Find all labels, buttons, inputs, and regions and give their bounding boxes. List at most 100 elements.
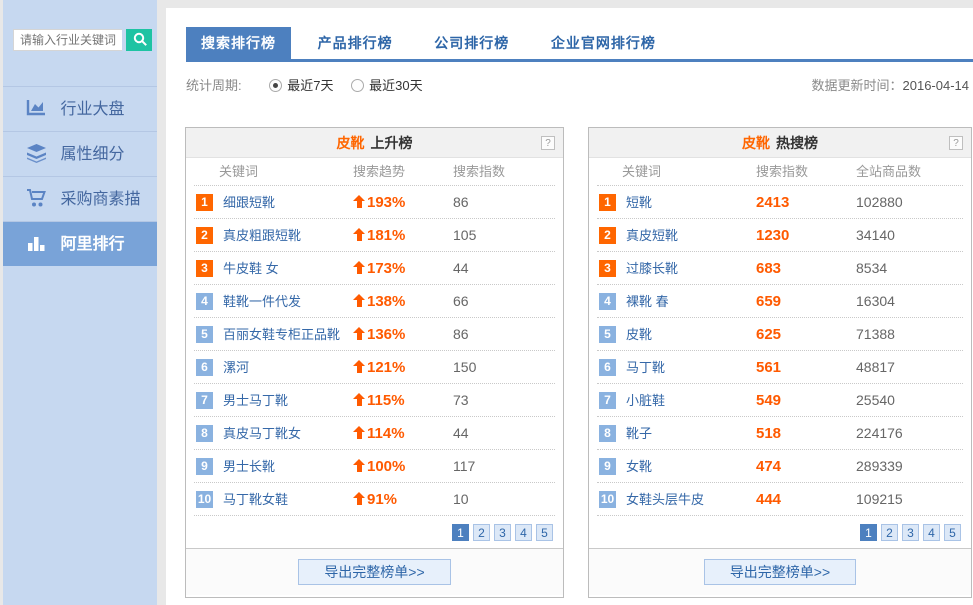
column-header-row: 关键词搜索指数全站商品数 bbox=[597, 158, 963, 186]
search-index-value: 625 bbox=[756, 318, 781, 351]
table-row: 9男士长靴100%117 bbox=[194, 450, 555, 483]
page-button[interactable]: 5 bbox=[536, 524, 553, 541]
keyword-link[interactable]: 过膝长靴 bbox=[626, 252, 678, 285]
trend-value: 173% bbox=[353, 252, 405, 285]
keyword-link[interactable]: 短靴 bbox=[626, 186, 652, 219]
panel-footer: 导出完整榜单>> bbox=[186, 548, 563, 595]
page-button[interactable]: 2 bbox=[473, 524, 490, 541]
search-index-value: 44 bbox=[453, 417, 469, 450]
rank-badge: 4 bbox=[599, 293, 616, 310]
trend-value: 181% bbox=[353, 219, 405, 252]
export-button[interactable]: 导出完整榜单>> bbox=[298, 559, 450, 585]
radio-unselected-icon[interactable] bbox=[351, 79, 364, 92]
table-row: 8靴子518224176 bbox=[597, 417, 963, 450]
keyword-link[interactable]: 百丽女鞋专柜正品靴 bbox=[223, 318, 340, 351]
keyword-link[interactable]: 真皮粗跟短靴 bbox=[223, 219, 301, 252]
up-arrow-icon bbox=[353, 294, 365, 307]
keyword-link[interactable]: 真皮马丁靴女 bbox=[223, 417, 301, 450]
search-button[interactable] bbox=[126, 29, 152, 51]
panel-title-suffix: 上升榜 bbox=[371, 135, 413, 151]
table-row: 10女鞋头层牛皮444109215 bbox=[597, 483, 963, 516]
keyword-link[interactable]: 真皮短靴 bbox=[626, 219, 678, 252]
tab-product-ranking[interactable]: 产品排行榜 bbox=[303, 27, 408, 59]
rank-badge: 5 bbox=[599, 326, 616, 343]
page-button[interactable]: 5 bbox=[944, 524, 961, 541]
search-index-value: 86 bbox=[453, 186, 469, 219]
radio-selected-icon[interactable] bbox=[269, 79, 282, 92]
table-row: 4鞋靴一件代发138%66 bbox=[194, 285, 555, 318]
keyword-link[interactable]: 漯河 bbox=[223, 351, 249, 384]
rank-badge: 6 bbox=[196, 359, 213, 376]
keyword-link[interactable]: 靴子 bbox=[626, 417, 652, 450]
radio-last-7-days[interactable]: 最近7天 bbox=[269, 78, 337, 93]
updated-value: 2016-04-14 bbox=[903, 78, 970, 93]
up-arrow-icon bbox=[353, 492, 365, 505]
column-header: 关键词 bbox=[622, 158, 661, 186]
keyword-link[interactable]: 男士马丁靴 bbox=[223, 384, 288, 417]
search-index-value: 2413 bbox=[756, 186, 789, 219]
search-index-value: 150 bbox=[453, 351, 476, 384]
column-header: 关键词 bbox=[219, 158, 258, 186]
panel-title-keyword: 皮靴 bbox=[742, 135, 770, 151]
page-button[interactable]: 4 bbox=[923, 524, 940, 541]
search-index-value: 683 bbox=[756, 252, 781, 285]
export-button[interactable]: 导出完整榜单>> bbox=[704, 559, 856, 585]
sidebar-item-industry-overview[interactable]: 行业大盘 bbox=[3, 86, 157, 131]
tab-official-site-ranking[interactable]: 企业官网排行榜 bbox=[536, 27, 671, 59]
rank-badge: 9 bbox=[196, 458, 213, 475]
keyword-link[interactable]: 小脏鞋 bbox=[626, 384, 665, 417]
sidebar-item-attribute-segment[interactable]: 属性细分 bbox=[3, 131, 157, 176]
radio-label: 最近7天 bbox=[287, 78, 333, 93]
rank-badge: 1 bbox=[599, 194, 616, 211]
keyword-link[interactable]: 马丁靴 bbox=[626, 351, 665, 384]
keyword-link[interactable]: 细跟短靴 bbox=[223, 186, 275, 219]
bar-chart-icon bbox=[26, 226, 47, 246]
page-button[interactable]: 1 bbox=[860, 524, 877, 541]
page-button[interactable]: 4 bbox=[515, 524, 532, 541]
keyword-link[interactable]: 女靴 bbox=[626, 450, 652, 483]
sidebar-item-buyer-profile[interactable]: 采购商素描 bbox=[3, 176, 157, 221]
page-button[interactable]: 2 bbox=[881, 524, 898, 541]
search-index-value: 518 bbox=[756, 417, 781, 450]
keyword-link[interactable]: 牛皮鞋 女 bbox=[223, 252, 279, 285]
tab-search-ranking[interactable]: 搜索排行榜 bbox=[186, 27, 291, 59]
keyword-link[interactable]: 皮靴 bbox=[626, 318, 652, 351]
product-count-value: 71388 bbox=[856, 318, 895, 351]
data-updated-time: 数据更新时间：2016-04-14 bbox=[811, 74, 969, 98]
area-chart-icon bbox=[26, 91, 47, 111]
radio-last-30-days[interactable]: 最近30天 bbox=[351, 78, 422, 93]
help-icon[interactable]: ? bbox=[949, 136, 963, 150]
filter-bar: 统计周期: 最近7天 最近30天 数据更新时间：2016-04-14 bbox=[186, 74, 969, 98]
sidebar-item-ali-ranking[interactable]: 阿里排行 bbox=[3, 221, 157, 266]
table-row: 3牛皮鞋 女173%44 bbox=[194, 252, 555, 285]
table-body: 1短靴24131028802真皮短靴1230341403过膝长靴68385344… bbox=[597, 186, 963, 516]
column-header: 搜索指数 bbox=[453, 158, 505, 186]
product-count-value: 8534 bbox=[856, 252, 887, 285]
search-input[interactable] bbox=[13, 29, 122, 51]
search-index-value: 659 bbox=[756, 285, 781, 318]
tab-bar: 搜索排行榜 产品排行榜 公司排行榜 企业官网排行榜 bbox=[186, 27, 973, 62]
keyword-link[interactable]: 鞋靴一件代发 bbox=[223, 285, 301, 318]
keyword-link[interactable]: 马丁靴女鞋 bbox=[223, 483, 288, 516]
sidebar-item-label: 采购商素描 bbox=[60, 191, 140, 208]
search-index-value: 474 bbox=[756, 450, 781, 483]
panel-title-suffix: 热搜榜 bbox=[776, 135, 818, 151]
product-count-value: 34140 bbox=[856, 219, 895, 252]
help-icon[interactable]: ? bbox=[541, 136, 555, 150]
rank-badge: 8 bbox=[196, 425, 213, 442]
page-button[interactable]: 3 bbox=[494, 524, 511, 541]
keyword-link[interactable]: 女鞋头层牛皮 bbox=[626, 483, 704, 516]
sidebar-menu: 行业大盘 属性细分 采购商素描 bbox=[3, 86, 157, 266]
rank-badge: 3 bbox=[196, 260, 213, 277]
page-button[interactable]: 3 bbox=[902, 524, 919, 541]
keyword-link[interactable]: 裸靴 春 bbox=[626, 285, 669, 318]
cart-icon bbox=[26, 181, 47, 201]
tab-company-ranking[interactable]: 公司排行榜 bbox=[419, 27, 524, 59]
rank-badge: 2 bbox=[599, 227, 616, 244]
search-icon bbox=[132, 36, 149, 51]
rank-badge: 3 bbox=[599, 260, 616, 277]
page-button[interactable]: 1 bbox=[452, 524, 469, 541]
keyword-link[interactable]: 男士长靴 bbox=[223, 450, 275, 483]
trend-value: 115% bbox=[353, 384, 405, 417]
table-row: 2真皮短靴123034140 bbox=[597, 219, 963, 252]
